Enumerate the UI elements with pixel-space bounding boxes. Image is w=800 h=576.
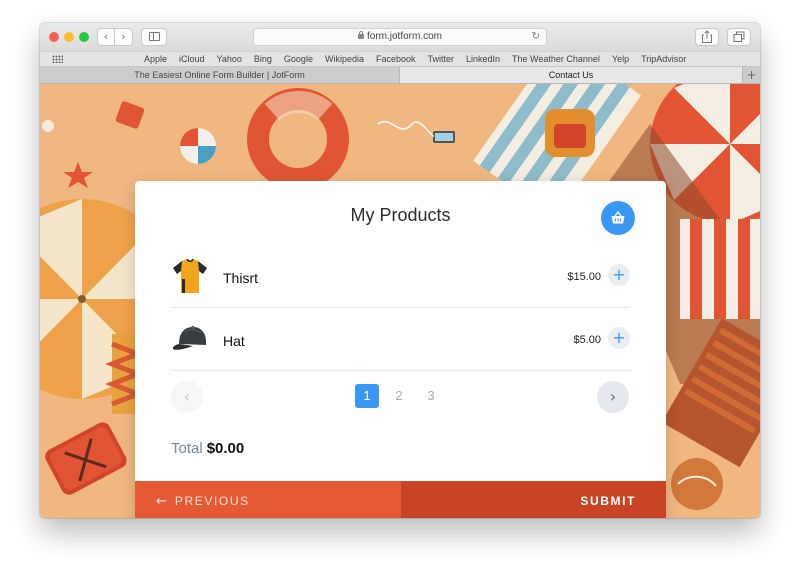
address-bar[interactable]: form.jotform.com ↻: [253, 28, 547, 46]
zoom-window-button[interactable]: [79, 32, 89, 42]
tshirt-icon: [173, 258, 207, 293]
minimize-window-button[interactable]: [64, 32, 74, 42]
chevron-right-icon: ›: [121, 30, 126, 43]
form-page: My Products Thisrt $15.00 + Hat $5.00 + …: [40, 84, 760, 518]
bookmark-link[interactable]: LinkedIn: [466, 52, 500, 66]
page-number[interactable]: 2: [387, 384, 411, 408]
total-label: Total: [171, 440, 203, 457]
new-tab-button[interactable]: +: [742, 67, 760, 83]
order-total: Total $0.00: [171, 440, 244, 457]
product-name: Hat: [223, 333, 245, 349]
chevron-left-icon: ‹: [183, 387, 191, 406]
basket-icon: [611, 210, 625, 224]
tab-bar: The Easiest Online Form Builder | JotFor…: [40, 67, 760, 84]
arrow-left-icon: ←: [156, 494, 167, 509]
total-value: $0.00: [206, 440, 245, 457]
product-price: $5.00: [573, 334, 601, 346]
bookmark-link[interactable]: TripAdvisor: [641, 52, 686, 66]
product-row: Thisrt $15.00 +: [171, 246, 630, 308]
sidebar-icon: [149, 32, 160, 41]
share-icon: [702, 30, 712, 43]
bookmark-link[interactable]: Wikipedia: [325, 52, 364, 66]
back-button[interactable]: ‹: [97, 28, 115, 46]
top-sites-grid-icon[interactable]: [52, 55, 63, 63]
previous-button-label: PREVIOUS: [174, 494, 250, 508]
tabs-overview-icon: [733, 31, 745, 42]
reload-icon[interactable]: ↻: [532, 29, 540, 45]
product-row: Hat $5.00 +: [171, 309, 630, 371]
bookmark-link[interactable]: The Weather Channel: [512, 52, 600, 66]
product-list-card: My Products Thisrt $15.00 + Hat $5.00 + …: [135, 181, 666, 518]
submit-button[interactable]: SUBMIT: [401, 481, 666, 518]
forward-button[interactable]: ›: [115, 28, 133, 46]
page-number[interactable]: 3: [419, 384, 443, 408]
add-product-button[interactable]: +: [608, 327, 630, 349]
cap-icon: [172, 325, 206, 350]
form-footer: ← PREVIOUS SUBMIT: [135, 481, 666, 518]
product-price: $15.00: [567, 271, 601, 283]
bookmark-link[interactable]: Yelp: [612, 52, 629, 66]
close-window-button[interactable]: [49, 32, 59, 42]
url-text: form.jotform.com: [366, 31, 442, 42]
next-page-button[interactable]: ›: [597, 381, 629, 413]
browser-window: ‹ › form.jotform.com ↻ Apple iCloud Yaho…: [40, 23, 760, 518]
bookmark-link[interactable]: Google: [284, 52, 313, 66]
chevron-left-icon: ‹: [103, 30, 109, 43]
cart-button[interactable]: [601, 201, 635, 235]
bookmark-link[interactable]: Apple: [144, 52, 167, 66]
sidebar-toggle-button[interactable]: [141, 28, 167, 46]
bookmarks-bar: Apple iCloud Yahoo Bing Google Wikipedia…: [40, 51, 760, 67]
lock-icon: [357, 31, 364, 39]
bookmark-link[interactable]: Facebook: [376, 52, 416, 66]
bookmark-link[interactable]: iCloud: [179, 52, 205, 66]
form-title: My Products: [350, 205, 451, 225]
submit-button-label: SUBMIT: [580, 494, 636, 508]
bookmark-link[interactable]: Bing: [254, 52, 272, 66]
browser-toolbar: ‹ › form.jotform.com ↻: [40, 23, 760, 51]
tab-contact-us[interactable]: Contact Us: [400, 67, 742, 83]
tab-jotform[interactable]: The Easiest Online Form Builder | JotFor…: [40, 67, 400, 83]
add-product-button[interactable]: +: [608, 264, 630, 286]
share-button[interactable]: [695, 28, 719, 46]
bookmark-link[interactable]: Twitter: [428, 52, 455, 66]
previous-button[interactable]: ← PREVIOUS: [135, 481, 401, 518]
previous-page-button[interactable]: ‹: [171, 381, 203, 413]
page-number-current[interactable]: 1: [355, 384, 379, 408]
chevron-right-icon: ›: [609, 387, 617, 406]
bookmark-link[interactable]: Yahoo: [217, 52, 242, 66]
product-name: Thisrt: [223, 270, 258, 286]
show-tabs-button[interactable]: [727, 28, 751, 46]
